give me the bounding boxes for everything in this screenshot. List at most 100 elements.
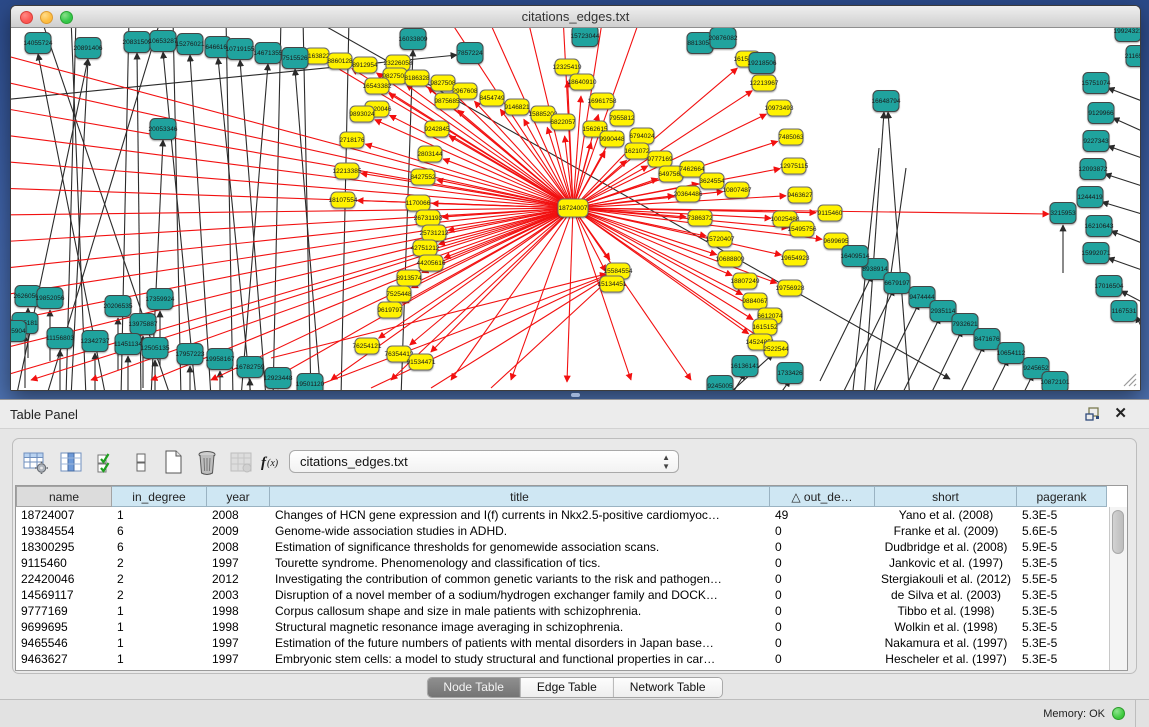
graph-node-paper[interactable]: 7386372 [687, 210, 713, 226]
graph-node-paper[interactable]: 12325419 [553, 59, 582, 75]
graph-node-paper[interactable]: 2718176 [339, 132, 365, 148]
table-cell-pagerank[interactable]: 5.3E-5 [1017, 619, 1107, 635]
table-cell-pagerank[interactable]: 5.3E-5 [1017, 587, 1107, 603]
graph-node-paper[interactable]: 26731193 [414, 210, 443, 226]
table-cell-short[interactable]: de Silva et al. (2003) [875, 587, 1017, 603]
table-cell-name[interactable]: 18300295 [16, 539, 112, 555]
graph-node-external[interactable]: 16648794 [872, 91, 901, 112]
graph-node-external[interactable]: 19501120 [296, 374, 325, 391]
graph-node-paper[interactable]: 9115460 [818, 205, 843, 221]
table-cell-pagerank[interactable]: 5.3E-5 [1017, 635, 1107, 651]
graph-node-external[interactable]: 19924321 [1114, 28, 1140, 42]
table-cell-name[interactable]: 9463627 [16, 651, 112, 667]
graph-node-paper[interactable]: 9619797 [377, 302, 403, 318]
graph-node-paper[interactable]: 2803144 [417, 146, 443, 162]
table-cell-in_degree[interactable]: 1 [112, 507, 207, 523]
graph-node-external[interactable]: 19958167 [206, 349, 235, 370]
table-cell-pagerank[interactable]: 5.9E-5 [1017, 539, 1107, 555]
tab-network-table[interactable]: Network Table [613, 678, 722, 697]
table-cell-in_degree[interactable]: 6 [112, 539, 207, 555]
graph-node-external[interactable]: 21165230 [1125, 46, 1140, 67]
table-cell-year[interactable]: 2003 [207, 587, 270, 603]
graph-node-paper[interactable]: 16543382 [363, 78, 392, 94]
graph-node-external[interactable]: 14055724 [24, 33, 53, 54]
graph-node-external[interactable]: 1244419 [1077, 187, 1103, 208]
memory-status-dot[interactable] [1112, 707, 1125, 720]
graph-node-paper[interactable]: 1170066 [406, 195, 431, 211]
graph-node-paper[interactable]: 10807487 [723, 182, 752, 198]
table-cell-year[interactable]: 1997 [207, 555, 270, 571]
table-cell-short[interactable]: Dudbridge et al. (2008) [875, 539, 1017, 555]
table-cell-title[interactable]: Tourette syndrome. Phenomenology and cla… [270, 555, 770, 571]
table-row[interactable]: 1456911722003Disruption of a novel membe… [16, 587, 1127, 603]
graph-node-paper[interactable]: 9242845 [424, 121, 450, 137]
table-cell-in_degree[interactable]: 2 [112, 555, 207, 571]
graph-node-paper[interactable]: 10688809 [716, 251, 745, 267]
graph-node-paper[interactable]: 9777169 [647, 151, 673, 167]
graph-node-external[interactable]: 3215953 [1050, 203, 1076, 224]
table-cell-year[interactable]: 2009 [207, 523, 270, 539]
graph-node-paper[interactable]: 16961758 [588, 93, 617, 109]
graph-node-external[interactable]: 20206535 [104, 296, 133, 317]
graph-node-external[interactable]: 13975887 [129, 314, 158, 335]
graph-node-external[interactable]: 10654112 [997, 343, 1026, 364]
table-cell-in_degree[interactable]: 1 [112, 651, 207, 667]
table-cell-in_degree[interactable]: 2 [112, 571, 207, 587]
table-row[interactable]: 2242004622012Investigating the contribut… [16, 571, 1127, 587]
graph-node-external[interactable]: 20831509 [123, 32, 152, 53]
table-cell-short[interactable]: Tibbo et al. (1998) [875, 603, 1017, 619]
table-cell-year[interactable]: 1998 [207, 619, 270, 635]
graph-node-paper[interactable]: 9990448 [599, 131, 625, 147]
table-settings-button[interactable] [21, 448, 49, 476]
graph-node-paper[interactable]: 10973493 [765, 100, 794, 116]
column-header-pagerank[interactable]: pagerank [1017, 486, 1107, 507]
table-cell-out_degree[interactable]: 0 [770, 523, 875, 539]
table-cell-year[interactable]: 1997 [207, 651, 270, 667]
delete-table-button[interactable] [227, 448, 255, 476]
table-row[interactable]: 1830029562008Estimation of significance … [16, 539, 1127, 555]
graph-node-external[interactable]: 15751074 [1082, 73, 1111, 94]
graph-node-external[interactable]: 1167531 [1111, 301, 1137, 322]
graph-node-external[interactable]: 7857224 [457, 43, 483, 64]
table-cell-out_degree[interactable]: 0 [770, 651, 875, 667]
column-header-title[interactable]: title [270, 486, 770, 507]
graph-node-paper[interactable]: 3624554 [699, 173, 725, 189]
graph-node-paper[interactable]: 1615152 [752, 319, 778, 335]
table-cell-title[interactable]: Embryonic stem cells: a model to study s… [270, 651, 770, 667]
graph-node-external[interactable]: 15276021 [176, 34, 205, 55]
column-header-out_degree[interactable]: △ out_de… [770, 486, 875, 507]
table-cell-out_degree[interactable]: 0 [770, 539, 875, 555]
graph-node-paper[interactable]: 25731212 [420, 225, 449, 241]
network-canvas[interactable]: 1872400771638228860128891295423226058982… [11, 28, 1140, 390]
table-cell-out_degree[interactable]: 0 [770, 635, 875, 651]
graph-node-external[interactable]: 14671355 [254, 43, 283, 64]
table-cell-pagerank[interactable]: 5.6E-5 [1017, 523, 1107, 539]
graph-node-external[interactable]: 11451134 [114, 334, 142, 355]
table-cell-in_degree[interactable]: 1 [112, 603, 207, 619]
table-cell-in_degree[interactable]: 1 [112, 619, 207, 635]
table-row[interactable]: 969969511998Structural magnetic resonanc… [16, 619, 1127, 635]
graph-node-paper[interactable]: 9146821 [504, 99, 530, 115]
graph-node-paper[interactable]: 42751212 [411, 240, 440, 256]
graph-node-external[interactable]: 3915904 [11, 321, 26, 342]
table-cell-out_degree[interactable]: 0 [770, 555, 875, 571]
table-cell-name[interactable]: 9777169 [16, 603, 112, 619]
graph-node-external[interactable]: 15723044 [571, 28, 600, 47]
table-cell-out_degree[interactable]: 0 [770, 619, 875, 635]
table-cell-in_degree[interactable]: 6 [112, 523, 207, 539]
column-header-year[interactable]: year [207, 486, 270, 507]
graph-node-external[interactable]: 15992071 [1082, 243, 1111, 264]
tab-edge-table[interactable]: Edge Table [520, 678, 613, 697]
graph-node-paper[interactable]: 12213967 [750, 75, 779, 91]
function-builder-icon[interactable]: f (x) [259, 448, 287, 476]
graph-node-external[interactable]: 12923448 [264, 368, 293, 389]
column-header-in_degree[interactable]: in_degree [112, 486, 207, 507]
graph-node-external[interactable]: 16409514 [841, 246, 870, 267]
graph-node-paper[interactable]: 8454749 [479, 90, 505, 106]
graph-node-paper[interactable]: 18107554 [329, 192, 358, 208]
graph-node-external[interactable]: 17016504 [1095, 276, 1124, 297]
graph-node-paper[interactable]: 12213385 [333, 163, 362, 179]
table-cell-title[interactable]: Investigating the contribution of common… [270, 571, 770, 587]
graph-node-paper[interactable]: 9875685 [434, 93, 460, 109]
node-table[interactable]: namein_degreeyeartitle△ out_de…shortpage… [15, 485, 1128, 671]
